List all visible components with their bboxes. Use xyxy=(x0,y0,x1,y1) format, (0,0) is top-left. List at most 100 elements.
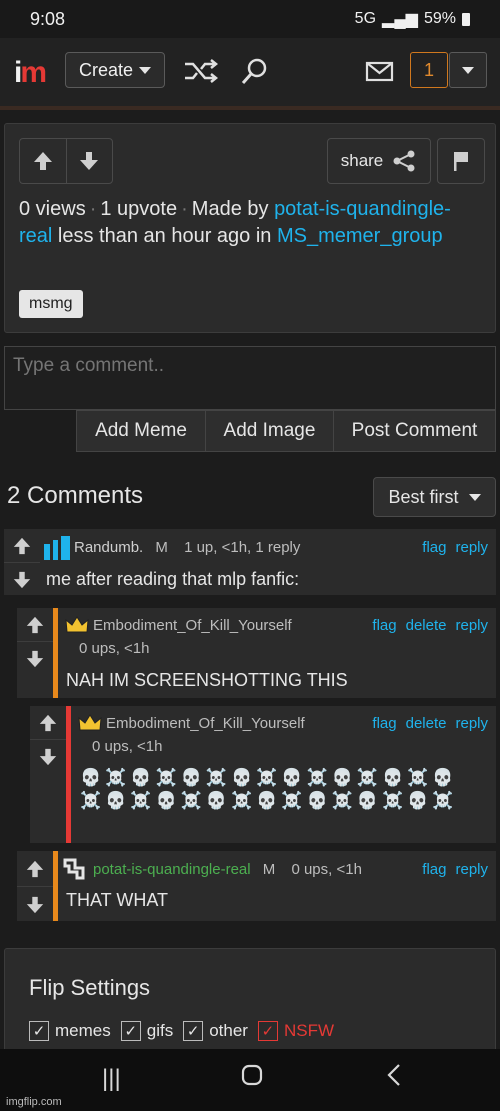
crown-icon xyxy=(65,616,89,639)
flag-link[interactable]: flag xyxy=(422,539,446,556)
add-image-button[interactable]: Add Image xyxy=(205,411,333,451)
reply-link[interactable]: reply xyxy=(455,539,488,556)
shuffle-icon[interactable] xyxy=(183,56,219,86)
arrow-down-icon xyxy=(80,152,99,170)
comments-count: 2 Comments xyxy=(7,482,144,509)
network-indicator: 5G xyxy=(354,10,377,27)
comment-actions: flag reply xyxy=(422,539,488,556)
comment-reply: Embodiment_Of_Kill_Yourself 0 ups, <1h f… xyxy=(17,608,496,698)
option-label: gifs xyxy=(146,1021,174,1040)
search-icon[interactable] xyxy=(240,56,270,86)
top-nav: im Create 1 xyxy=(0,38,500,110)
flag-link[interactable]: flag xyxy=(372,617,396,634)
recent-apps-icon[interactable]: ||| xyxy=(102,1065,121,1093)
option-other[interactable]: ✓ other xyxy=(183,1021,248,1041)
comment-meta: 0 ups, <1h xyxy=(291,861,362,878)
option-gifs[interactable]: ✓ gifs xyxy=(120,1021,174,1041)
reply-link[interactable]: reply xyxy=(455,715,488,732)
create-button[interactable]: Create xyxy=(65,52,165,88)
arrow-up-icon xyxy=(39,714,57,731)
notification-count[interactable]: 1 xyxy=(410,52,448,88)
comment-upvote-button[interactable] xyxy=(30,706,66,740)
flag-link[interactable]: flag xyxy=(372,715,396,732)
signal-icon: ▂▄▆ xyxy=(382,11,418,28)
post-comment-button[interactable]: Post Comment xyxy=(333,411,495,451)
check-icon[interactable]: ✓ xyxy=(183,1021,204,1041)
reply-link[interactable]: reply xyxy=(455,861,488,878)
comment-username[interactable]: Randumb. xyxy=(74,539,143,556)
comment-downvote-button[interactable] xyxy=(4,563,40,596)
meme-tag[interactable]: msmg xyxy=(19,290,83,318)
comment-username[interactable]: Embodiment_Of_Kill_Yourself xyxy=(106,715,305,732)
mod-badge: M xyxy=(155,539,168,556)
comment-header: potat-is-quandingle-real M 0 ups, <1h xyxy=(93,861,362,878)
status-indicators: 5G ▂▄▆ 59% xyxy=(355,9,470,29)
arrow-up-icon xyxy=(33,152,52,170)
create-label: Create xyxy=(78,59,134,80)
time-text: less than an hour ago in xyxy=(57,225,272,247)
comment-upvote-button[interactable] xyxy=(17,851,53,887)
downvote-button[interactable] xyxy=(65,139,113,183)
comment-downvote-button[interactable] xyxy=(17,642,53,675)
option-label: memes xyxy=(55,1021,111,1040)
flip-settings-options: ✓ memes ✓ gifs ✓ other ✓ NSFW xyxy=(29,1021,334,1041)
arrow-down-icon xyxy=(39,748,57,765)
imgflip-logo[interactable]: im xyxy=(14,56,47,90)
comment-text: 💀☠️💀☠️💀☠️💀☠️💀☠️💀☠️💀☠️💀☠️💀☠️💀☠️💀☠️💀☠️💀☠️💀… xyxy=(80,768,458,810)
comment-text: THAT WHAT xyxy=(66,890,168,910)
check-icon[interactable]: ✓ xyxy=(257,1021,278,1041)
option-nsfw[interactable]: ✓ NSFW xyxy=(257,1021,334,1041)
back-icon[interactable] xyxy=(384,1061,404,1096)
status-time: 9:08 xyxy=(30,9,66,29)
mod-badge: M xyxy=(262,861,276,878)
option-label: other xyxy=(209,1021,248,1040)
comment-username[interactable]: Embodiment_Of_Kill_Yourself xyxy=(93,617,292,634)
share-button[interactable]: share xyxy=(327,138,431,184)
arrow-up-icon xyxy=(13,537,31,554)
notification-dropdown[interactable] xyxy=(449,52,487,88)
avatar[interactable] xyxy=(63,858,87,885)
comment-vote-column xyxy=(30,706,66,773)
android-nav-bar: ||| xyxy=(0,1049,500,1111)
comment-vote-column xyxy=(4,529,40,596)
chevron-down-icon xyxy=(139,66,152,74)
check-icon[interactable]: ✓ xyxy=(29,1021,49,1041)
comment-meta: 1 up, <1h, 1 reply xyxy=(184,539,301,556)
upvote-button[interactable] xyxy=(20,139,66,183)
delete-link[interactable]: delete xyxy=(406,617,447,634)
arrow-down-icon xyxy=(26,650,44,667)
battery-icon xyxy=(462,12,470,26)
meme-info-panel: share 0 views · 1 upvote · Made by potat-is-… xyxy=(4,123,496,333)
option-label: NSFW xyxy=(283,1021,334,1040)
comment-downvote-button[interactable] xyxy=(17,887,53,922)
comment-downvote-button[interactable] xyxy=(30,740,66,773)
comment-vote-column xyxy=(17,851,53,922)
mail-icon[interactable] xyxy=(365,56,395,86)
sort-label: Best first xyxy=(388,486,459,507)
add-meme-button[interactable]: Add Meme xyxy=(77,411,205,451)
avatar[interactable] xyxy=(44,536,70,560)
flag-button[interactable] xyxy=(437,138,485,184)
comment-input[interactable] xyxy=(4,346,496,410)
stream-link[interactable]: MS_memer_group xyxy=(277,225,443,247)
crown-icon xyxy=(78,714,102,737)
watermark: imgflip.com xyxy=(6,1096,62,1108)
sort-dropdown[interactable]: Best first xyxy=(373,477,496,517)
comment-upvote-button[interactable] xyxy=(4,529,40,563)
home-icon[interactable] xyxy=(240,1063,264,1094)
comment-username[interactable]: potat-is-quandingle-real xyxy=(93,861,251,878)
comment-reply: potat-is-quandingle-real M 0 ups, <1h fl… xyxy=(17,851,496,921)
comment-accent-bar xyxy=(53,851,58,921)
status-bar: 9:08 5G ▂▄▆ 59% xyxy=(0,0,500,38)
delete-link[interactable]: delete xyxy=(406,715,447,732)
comment-text: me after reading that mlp fanfic: xyxy=(46,569,300,589)
check-icon[interactable]: ✓ xyxy=(120,1021,141,1041)
meme-vote-buttons xyxy=(19,138,113,184)
flag-link[interactable]: flag xyxy=(422,861,446,878)
comment-upvote-button[interactable] xyxy=(17,608,53,642)
comment-actions: flag delete reply xyxy=(372,715,488,732)
comment-actions: flag reply xyxy=(422,861,488,878)
option-memes[interactable]: ✓ memes xyxy=(29,1021,111,1041)
upvote-count: 1 upvote xyxy=(100,198,178,220)
reply-link[interactable]: reply xyxy=(455,617,488,634)
